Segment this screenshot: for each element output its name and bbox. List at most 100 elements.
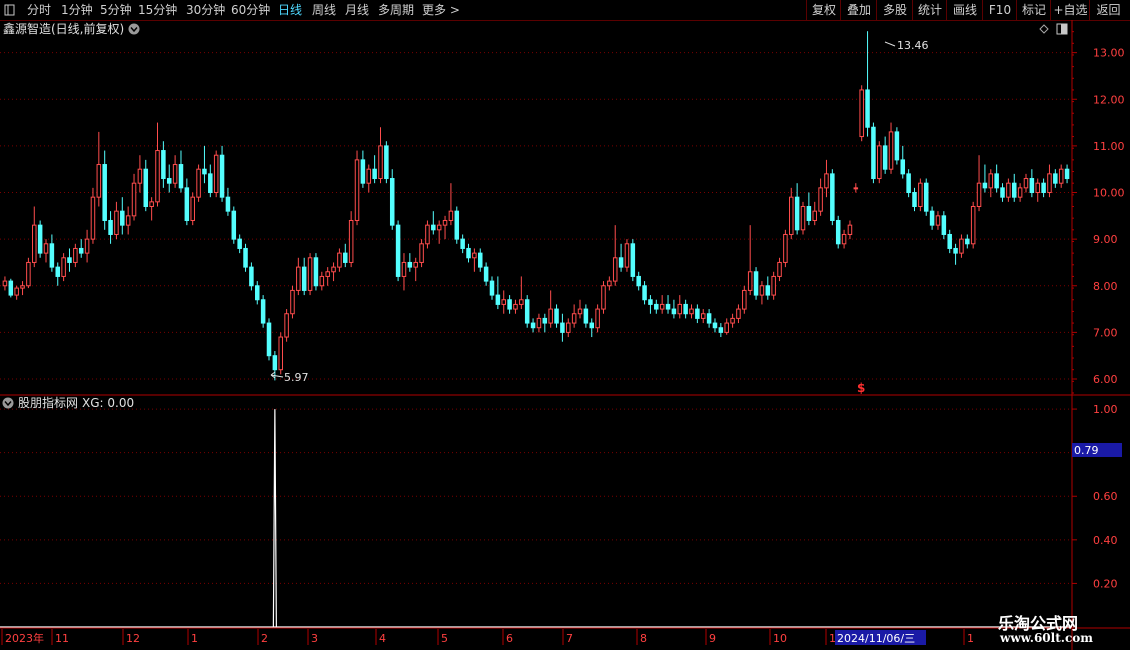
candle <box>1047 164 1052 198</box>
candle <box>20 281 25 296</box>
candle <box>929 206 935 230</box>
candle <box>689 304 694 319</box>
candle <box>607 276 612 291</box>
candle <box>1053 169 1058 188</box>
high-price-annotation: 13.46 <box>884 39 929 52</box>
kline-chart-canvas[interactable]: 6.007.008.009.0010.0011.0012.0013.00 0.2… <box>0 0 1130 650</box>
candle <box>43 239 49 263</box>
candle <box>1029 169 1035 198</box>
candle <box>208 164 213 198</box>
candle <box>290 285 295 319</box>
candle <box>278 332 283 375</box>
indicator-grid <box>0 408 1072 584</box>
candle <box>37 220 43 258</box>
candle <box>548 290 553 328</box>
candle <box>618 243 624 272</box>
candle <box>155 122 160 207</box>
signal-marker: $ <box>857 381 865 395</box>
date-tick-label: 6 <box>506 632 513 645</box>
candle <box>571 304 577 328</box>
candle <box>2 276 8 291</box>
candle <box>706 309 712 328</box>
candle <box>413 257 418 282</box>
candle <box>695 304 700 324</box>
indicator-axis: 0.200.400.600.801.00 <box>1072 403 1118 590</box>
candle <box>331 262 336 282</box>
main-panel-menu-icon[interactable] <box>128 23 140 35</box>
candle <box>1041 178 1046 198</box>
candle <box>712 318 718 333</box>
candle <box>601 281 606 314</box>
candle <box>970 201 976 249</box>
price-tick-label: 13.00 <box>1093 47 1125 60</box>
candle <box>1006 178 1011 202</box>
candle <box>378 127 383 184</box>
candle <box>554 304 559 328</box>
date-tick-label: 1 <box>829 632 836 645</box>
candle <box>477 248 483 272</box>
candle <box>841 229 847 249</box>
low-price-label: 5.97 <box>284 371 309 384</box>
candle <box>102 150 107 230</box>
candle <box>196 164 201 202</box>
candle <box>120 197 125 235</box>
candle <box>213 150 219 198</box>
indicator-tick-label: 0.20 <box>1093 577 1118 590</box>
date-tick-label: 2023年 <box>5 631 44 645</box>
diamond-icon[interactable] <box>1039 24 1049 34</box>
cursor-date: 2024/11/06/三 <box>837 632 915 645</box>
date-tick-label: 5 <box>441 632 448 645</box>
candle <box>472 248 477 272</box>
price-axis: 6.00 7.00 8.00 9.00 10.00 11.00 12.00 13.00 <box>1072 31 1125 394</box>
candle <box>513 299 518 314</box>
candle <box>700 309 706 324</box>
candle <box>830 169 835 226</box>
candle <box>912 187 917 212</box>
candle <box>677 295 683 319</box>
candle <box>460 234 465 254</box>
candle <box>888 122 894 174</box>
candle <box>1035 178 1040 202</box>
candle <box>906 169 911 198</box>
date-tick-label: 4 <box>379 632 386 645</box>
date-tick-label: 12 <box>126 632 140 645</box>
candle <box>947 229 952 254</box>
candle <box>125 206 131 235</box>
candle <box>225 187 231 216</box>
candle <box>671 299 677 319</box>
candle <box>665 295 671 314</box>
candle <box>84 229 90 263</box>
candle <box>566 318 571 338</box>
candle <box>736 304 741 324</box>
candle <box>771 271 776 300</box>
candle <box>389 169 395 230</box>
candle <box>718 323 724 338</box>
candle <box>431 211 436 235</box>
date-tick-label: 10 <box>773 632 787 645</box>
indicator-menu-icon[interactable] <box>2 397 14 409</box>
date-tick-label: 9 <box>709 632 716 645</box>
candle <box>918 178 923 212</box>
candle <box>935 211 941 230</box>
date-tick-label: 3 <box>311 632 318 645</box>
candle <box>612 225 618 286</box>
candle <box>959 234 964 258</box>
candle <box>337 248 342 272</box>
candle <box>8 278 14 298</box>
low-price-annotation: 5.97 <box>270 371 309 384</box>
panel-layout-icon[interactable] <box>1056 23 1068 35</box>
candle <box>1011 173 1017 202</box>
candle <box>108 211 113 244</box>
indicator-value: XG: 0.00 <box>82 396 134 410</box>
candle <box>847 220 853 240</box>
candle <box>78 239 84 258</box>
price-tick-label: 8.00 <box>1093 280 1118 293</box>
candle <box>161 141 166 188</box>
indicator-tick-label: 1.00 <box>1093 403 1118 416</box>
candle <box>32 206 37 268</box>
candle <box>178 150 184 193</box>
candle <box>442 215 448 240</box>
candle <box>783 229 788 268</box>
candle <box>871 122 876 184</box>
candle <box>55 262 61 286</box>
